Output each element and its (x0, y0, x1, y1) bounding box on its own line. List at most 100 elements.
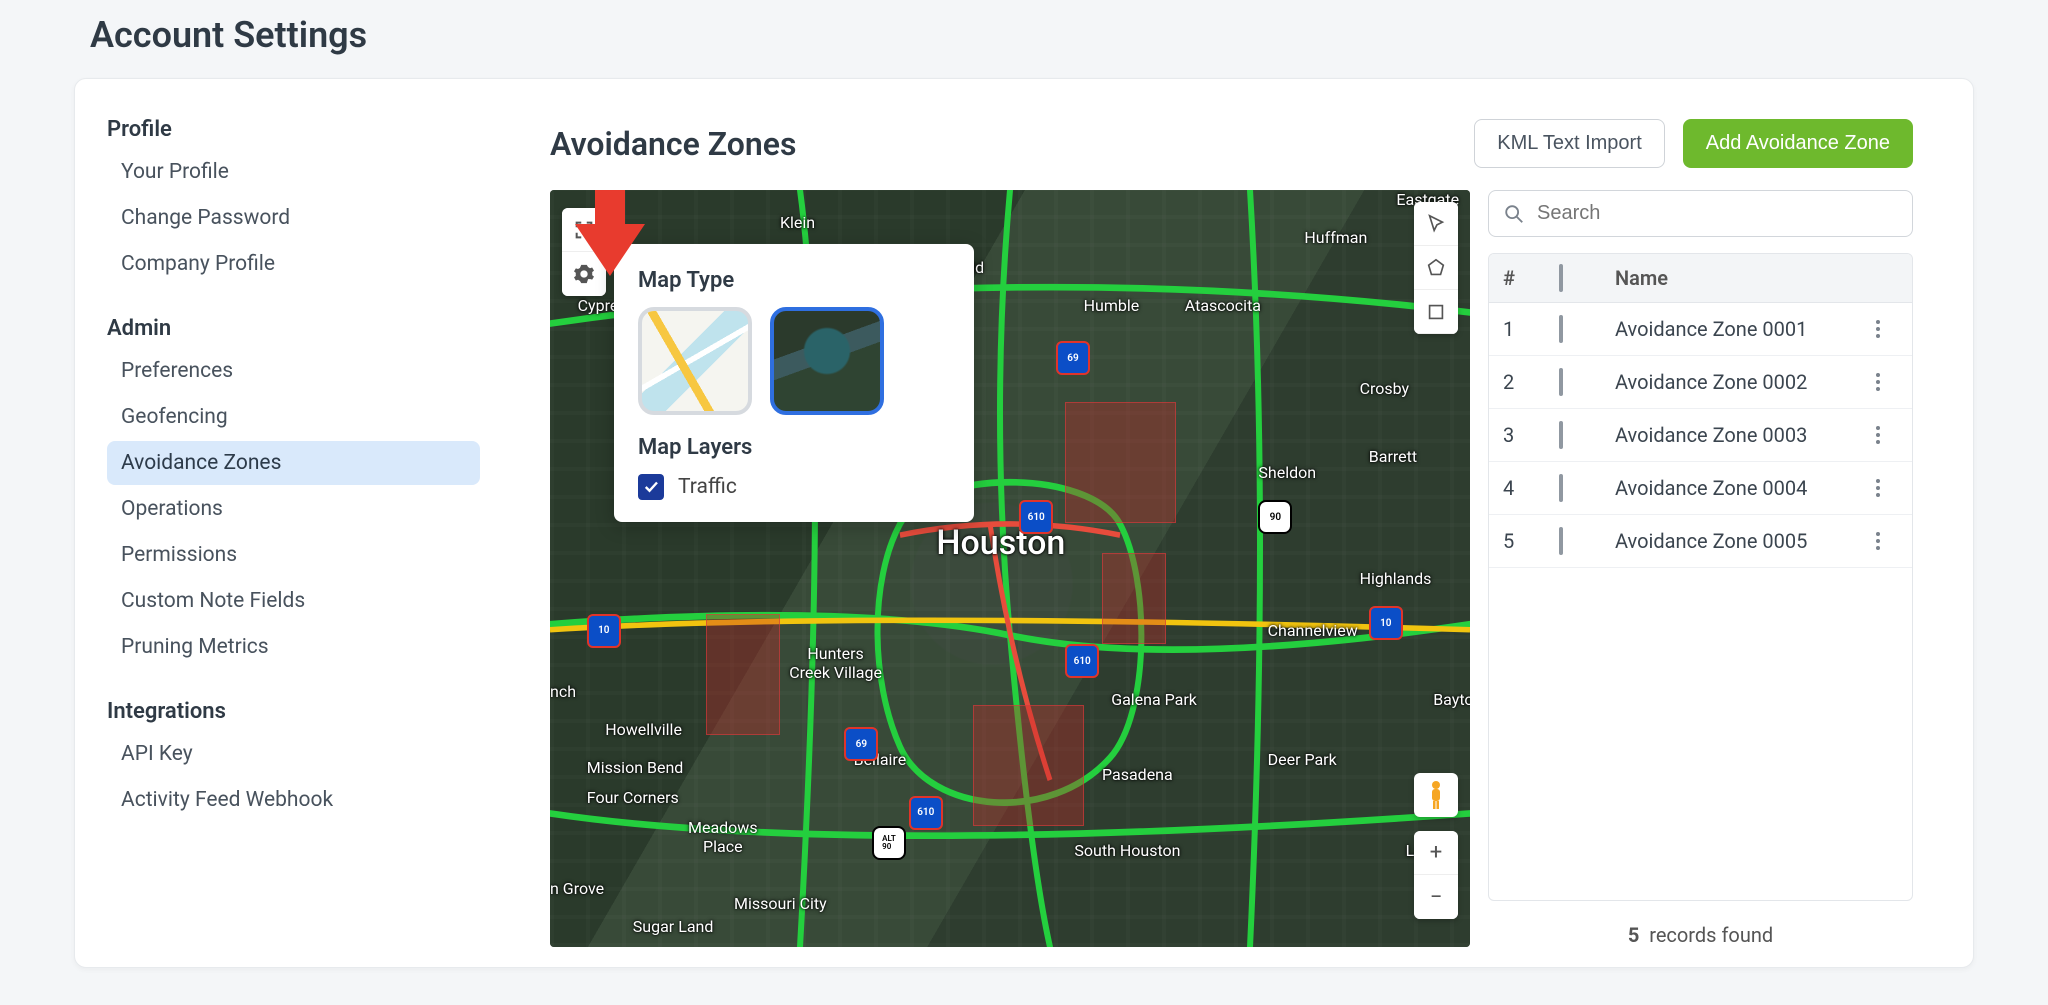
row-checkbox[interactable] (1559, 315, 1563, 343)
map-toolbar (562, 208, 606, 296)
map-settings-button[interactable] (562, 252, 606, 296)
map-type-roadmap[interactable] (638, 307, 752, 415)
row-number: 4 (1503, 476, 1559, 500)
shield-i610: 610 (909, 796, 943, 830)
gear-icon (573, 263, 595, 285)
table-row[interactable]: 1 Avoidance Zone 0001 (1489, 303, 1912, 356)
shield-i69: 69 (844, 727, 878, 761)
polygon-tool[interactable] (1414, 246, 1458, 290)
row-name: Avoidance Zone 0005 (1615, 529, 1864, 553)
kebab-icon (1875, 425, 1881, 445)
pegman-icon (1423, 779, 1449, 811)
fullscreen-icon (573, 219, 595, 241)
records-label: records found (1649, 923, 1773, 947)
sidebar-item-permissions[interactable]: Permissions (107, 533, 480, 577)
select-all-checkbox[interactable] (1559, 264, 1563, 292)
zone-polygon (973, 705, 1083, 826)
search-box[interactable] (1488, 190, 1913, 237)
settings-sidebar: Profile Your Profile Change Password Com… (75, 79, 490, 967)
polygon-icon (1425, 257, 1447, 279)
kebab-icon (1875, 531, 1881, 551)
zoom-in-button[interactable]: + (1414, 831, 1458, 875)
shape-tools (1414, 202, 1458, 334)
row-name: Avoidance Zone 0004 (1615, 476, 1864, 500)
table-row[interactable]: 5 Avoidance Zone 0005 (1489, 515, 1912, 568)
fullscreen-button[interactable] (562, 208, 606, 252)
sidebar-item-custom-note-fields[interactable]: Custom Note Fields (107, 579, 480, 623)
kebab-icon (1875, 372, 1881, 392)
nav-group-admin: Admin (107, 316, 480, 341)
row-name: Avoidance Zone 0002 (1615, 370, 1864, 394)
sidebar-item-activity-feed-webhook[interactable]: Activity Feed Webhook (107, 778, 480, 822)
sidebar-item-geofencing[interactable]: Geofencing (107, 395, 480, 439)
zone-polygon (706, 614, 780, 735)
shield-i610: 610 (1065, 644, 1099, 678)
row-actions-button[interactable] (1864, 527, 1892, 555)
sidebar-item-company-profile[interactable]: Company Profile (107, 242, 480, 286)
map[interactable]: Houston Klein Westfield Huffman Eastgate… (550, 190, 1470, 947)
shield-i610: 610 (1019, 500, 1053, 534)
add-avoidance-zone-button[interactable]: Add Avoidance Zone (1683, 119, 1913, 168)
row-number: 3 (1503, 423, 1559, 447)
cursor-icon (1425, 213, 1447, 235)
row-number: 2 (1503, 370, 1559, 394)
map-type-popover: Map Type Map Layers Traffic (614, 244, 974, 522)
row-actions-button[interactable] (1864, 368, 1892, 396)
nav-group-integrations: Integrations (107, 699, 480, 724)
row-checkbox[interactable] (1559, 368, 1563, 396)
zones-table: # Name 1 Avoidance Zone 0001 (1488, 253, 1913, 901)
shield-i69: 69 (1056, 341, 1090, 375)
shield-alt90: ALT 90 (872, 826, 906, 860)
row-checkbox[interactable] (1559, 474, 1563, 502)
sidebar-item-change-password[interactable]: Change Password (107, 196, 480, 240)
cursor-tool[interactable] (1414, 202, 1458, 246)
col-name: Name (1615, 266, 1864, 290)
search-icon (1503, 203, 1525, 225)
row-actions-button[interactable] (1864, 421, 1892, 449)
row-name: Avoidance Zone 0001 (1615, 317, 1864, 341)
zoom-controls: + − (1414, 831, 1458, 919)
zone-polygon (1065, 402, 1175, 523)
row-checkbox[interactable] (1559, 421, 1563, 449)
row-actions-button[interactable] (1864, 315, 1892, 343)
nav-group-profile: Profile (107, 117, 480, 142)
table-row[interactable]: 3 Avoidance Zone 0003 (1489, 409, 1912, 462)
table-row[interactable]: 4 Avoidance Zone 0004 (1489, 462, 1912, 515)
content-panel: Profile Your Profile Change Password Com… (74, 78, 1974, 968)
zones-list-panel: # Name 1 Avoidance Zone 0001 (1488, 190, 1913, 947)
shield-us90: 90 (1258, 500, 1292, 534)
records-number: 5 (1628, 923, 1639, 947)
shield-i10: 10 (1369, 606, 1403, 640)
rectangle-icon (1425, 301, 1447, 323)
row-number: 5 (1503, 529, 1559, 553)
sidebar-item-api-key[interactable]: API Key (107, 732, 480, 776)
shield-i10: 10 (587, 614, 621, 648)
kebab-icon (1875, 478, 1881, 498)
zone-polygon (1102, 553, 1166, 644)
page-title: Account Settings (90, 14, 1974, 56)
kml-text-import-button[interactable]: KML Text Import (1474, 119, 1665, 168)
section-title: Avoidance Zones (550, 125, 796, 163)
row-number: 1 (1503, 317, 1559, 341)
map-type-heading: Map Type (638, 268, 950, 293)
traffic-label: Traffic (678, 475, 737, 499)
sidebar-item-operations[interactable]: Operations (107, 487, 480, 531)
col-number: # (1503, 266, 1559, 290)
main-section: Avoidance Zones KML Text Import Add Avoi… (490, 79, 1973, 967)
row-name: Avoidance Zone 0003 (1615, 423, 1864, 447)
sidebar-item-preferences[interactable]: Preferences (107, 349, 480, 393)
row-actions-button[interactable] (1864, 474, 1892, 502)
map-layers-heading: Map Layers (638, 435, 950, 460)
search-input[interactable] (1535, 201, 1898, 226)
records-count: 5 records found (1488, 901, 1913, 947)
sidebar-item-pruning-metrics[interactable]: Pruning Metrics (107, 625, 480, 669)
rectangle-tool[interactable] (1414, 290, 1458, 334)
sidebar-item-avoidance-zones[interactable]: Avoidance Zones (107, 441, 480, 485)
traffic-checkbox[interactable] (638, 474, 664, 500)
pegman-button[interactable] (1414, 773, 1458, 817)
map-type-satellite[interactable] (770, 307, 884, 415)
sidebar-item-your-profile[interactable]: Your Profile (107, 150, 480, 194)
table-row[interactable]: 2 Avoidance Zone 0002 (1489, 356, 1912, 409)
zoom-out-button[interactable]: − (1414, 875, 1458, 919)
row-checkbox[interactable] (1559, 527, 1563, 555)
